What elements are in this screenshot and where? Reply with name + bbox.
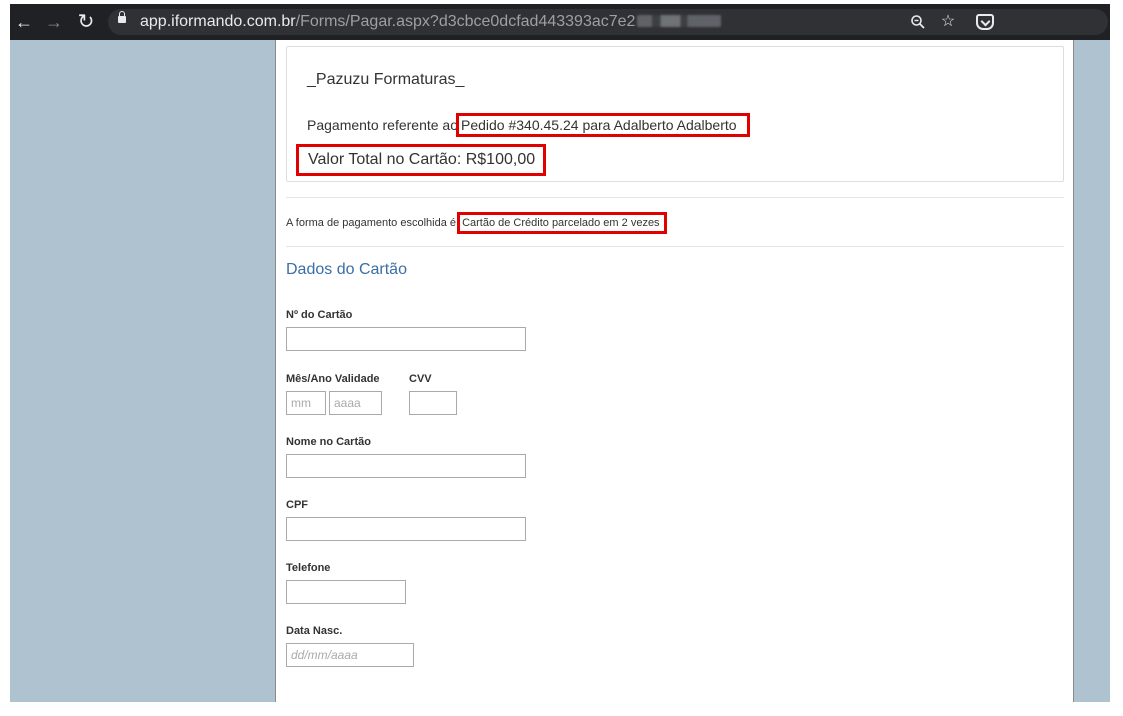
expiry-month-input[interactable] <box>286 391 326 415</box>
url-redacted-blur <box>637 15 722 27</box>
payment-form-container: _Pazuzu Formaturas_ Pagamento referente … <box>275 40 1074 702</box>
card-number-label: Nº do Cartão <box>286 309 353 321</box>
browser-toolbar: ← → ↻ app.iformando.com.br/Forms/Pagar.a… <box>10 4 1110 40</box>
expiry-year-input[interactable] <box>329 391 382 415</box>
payment-method-line: A forma de pagamento escolhida é: Cartão … <box>286 212 667 234</box>
forward-arrow-icon[interactable]: → <box>42 10 66 34</box>
cvv-input[interactable] <box>409 391 457 415</box>
cvv-label: CVV <box>409 373 432 385</box>
back-arrow-icon[interactable]: ← <box>12 10 36 34</box>
url-path: /Forms/Pagar.aspx?d3cbce0dcfad443393ac7e… <box>295 13 636 30</box>
total-amount: Valor Total no Cartão: R$100,00 <box>296 144 547 176</box>
torn-edge-bottom <box>0 703 1123 716</box>
order-summary-panel: _Pazuzu Formaturas_ Pagamento referente … <box>286 46 1064 182</box>
page-viewport: _Pazuzu Formaturas_ Pagamento referente … <box>10 40 1110 702</box>
order-reference-highlight: Pedido #340.45.24 para Adalberto Adalber… <box>456 113 750 137</box>
company-name: _Pazuzu Formaturas_ <box>307 71 465 88</box>
url-host: app.iformando.com.br <box>140 13 296 30</box>
card-number-input[interactable] <box>286 327 526 351</box>
cpf-label: CPF <box>286 499 308 511</box>
reload-icon[interactable]: ↻ <box>74 10 98 34</box>
url-text[interactable]: app.iformando.com.br/Forms/Pagar.aspx?d3… <box>140 13 722 31</box>
phone-label: Telefone <box>286 562 331 574</box>
cpf-input[interactable] <box>286 517 526 541</box>
torn-edge-right <box>1113 0 1123 716</box>
card-name-label: Nome no Cartão <box>286 436 371 448</box>
pocket-icon[interactable] <box>976 14 994 30</box>
card-name-input[interactable] <box>286 454 526 478</box>
star-icon[interactable]: ☆ <box>936 10 960 34</box>
payment-method-highlight: Cartão de Crédito parcelado em 2 vezes <box>457 212 667 234</box>
lock-icon[interactable] <box>118 11 126 23</box>
payment-reference: Pagamento referente ao Pedido #340.45.24 … <box>307 113 750 137</box>
divider <box>286 246 1064 247</box>
payment-method-prefix: A forma de pagamento escolhida é: <box>286 217 460 229</box>
zoom-icon[interactable] <box>906 10 930 34</box>
expiry-label: Mês/Ano Validade <box>286 373 380 385</box>
section-title: Dados do Cartão <box>286 261 407 278</box>
divider <box>286 197 1064 198</box>
birth-date-label: Data Nasc. <box>286 625 343 637</box>
birth-date-input[interactable] <box>286 643 414 667</box>
phone-input[interactable] <box>286 580 406 604</box>
reference-prefix: Pagamento referente ao <box>307 117 458 133</box>
